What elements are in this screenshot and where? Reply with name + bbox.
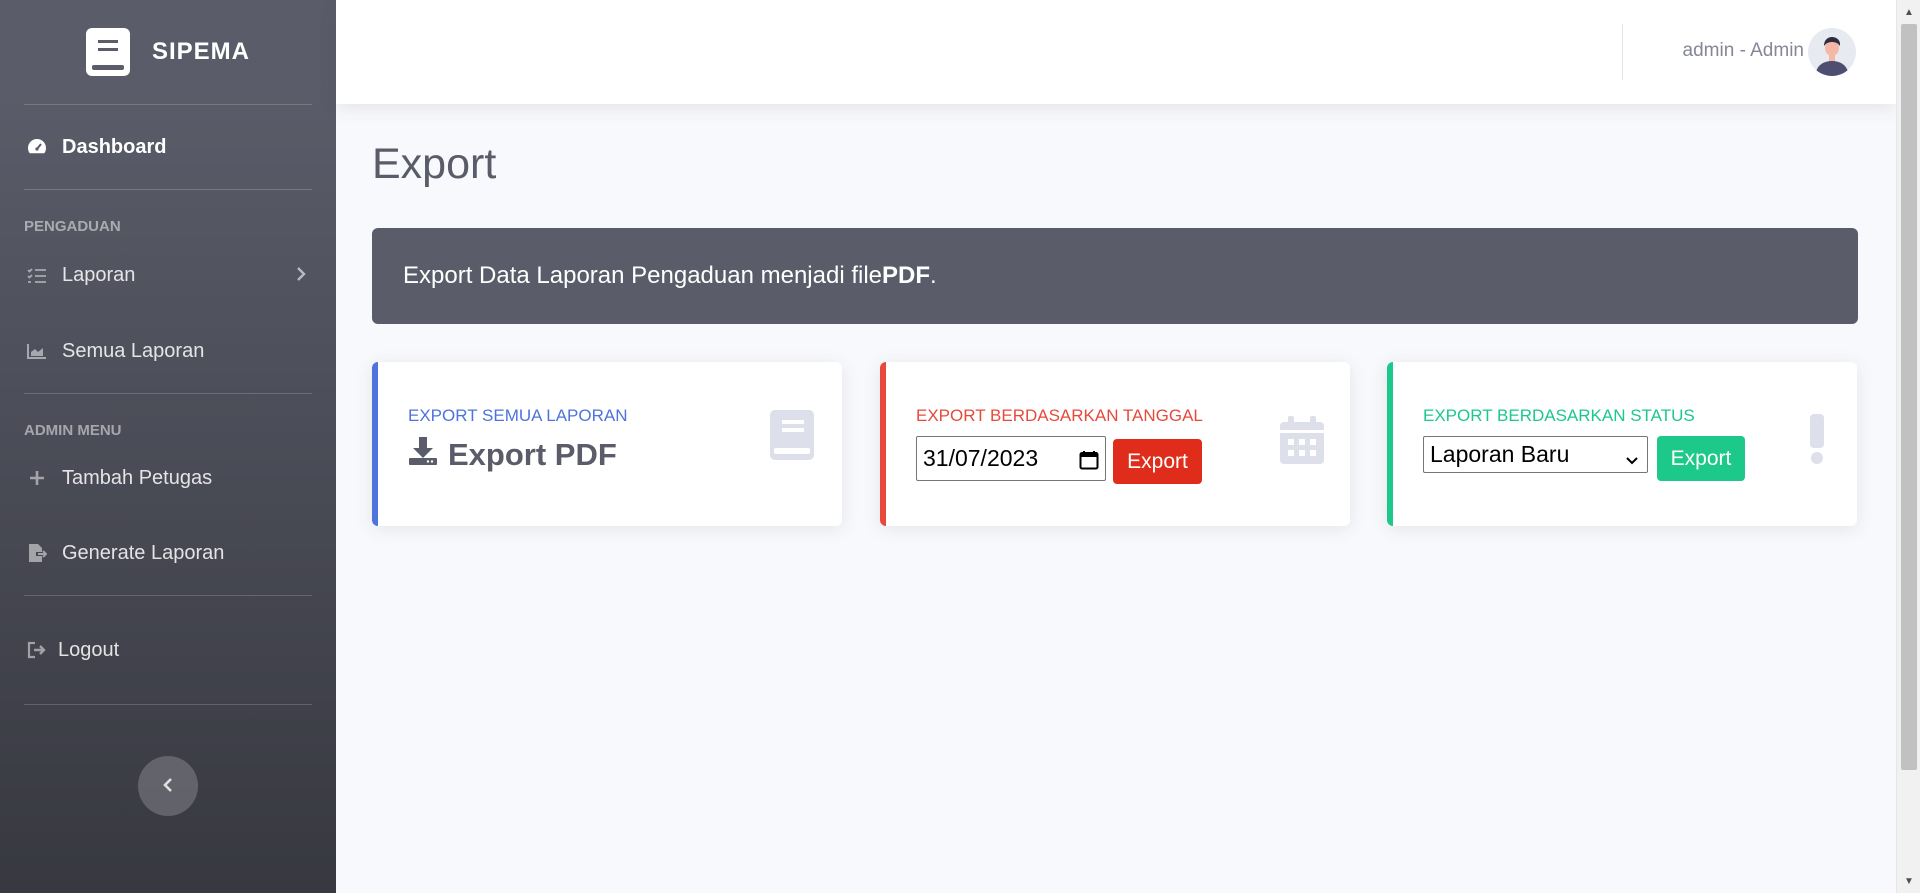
- sign-out-icon: [24, 641, 50, 659]
- sidebar-item-label: Laporan: [62, 263, 136, 286]
- alert-format: PDF: [882, 262, 930, 289]
- sidebar-item-label: Semua Laporan: [62, 339, 205, 362]
- sidebar-item-label: Generate Laporan: [62, 541, 225, 564]
- sidebar-item-laporan[interactable]: Laporan: [0, 241, 336, 309]
- chevron-left-icon: [163, 773, 173, 799]
- user-name[interactable]: admin - Admin: [1683, 40, 1804, 62]
- topbar-divider: [1622, 24, 1623, 80]
- card-label: EXPORT BERDASARKAN TANGGAL: [916, 406, 1203, 425]
- plus-icon: [24, 470, 50, 486]
- file-export-icon: [24, 543, 50, 563]
- export-by-status-card: EXPORT BERDASARKAN STATUS Laporan Baru E…: [1387, 362, 1857, 526]
- export-by-date-card: EXPORT BERDASARKAN TANGGAL 31/07/2023 Ex…: [880, 362, 1350, 526]
- avatar[interactable]: [1808, 28, 1856, 76]
- sidebar-heading-pengaduan: PENGADUAN: [24, 218, 121, 235]
- date-input[interactable]: 31/07/2023: [916, 436, 1106, 481]
- export-pdf-label: Export PDF: [448, 437, 617, 472]
- book-icon: [85, 28, 130, 76]
- sidebar-item-semua-laporan[interactable]: Semua Laporan: [0, 309, 336, 393]
- topbar: admin - Admin: [336, 0, 1896, 104]
- status-select[interactable]: Laporan Baru: [1423, 436, 1648, 473]
- card-label: EXPORT SEMUA LAPORAN: [408, 406, 628, 425]
- scroll-up-icon[interactable]: ▲: [1897, 2, 1920, 22]
- chart-area-icon: [24, 343, 50, 359]
- info-alert: Export Data Laporan Pengaduan menjadi fi…: [372, 228, 1858, 324]
- sidebar-heading-admin: ADMIN MENU: [24, 422, 122, 439]
- book-icon: [770, 410, 814, 465]
- chevron-right-icon: [296, 262, 306, 288]
- sidebar-divider: [24, 704, 312, 705]
- export-all-card: EXPORT SEMUA LAPORAN Export PDF: [372, 362, 842, 526]
- page-scrollbar[interactable]: ▲ ▼: [1896, 0, 1920, 893]
- download-icon: [408, 436, 438, 474]
- tachometer-icon: [24, 138, 50, 156]
- card-label: EXPORT BERDASARKAN STATUS: [1423, 406, 1695, 425]
- page-title: Export: [372, 140, 497, 188]
- alert-text: Export Data Laporan Pengaduan menjadi fi…: [403, 262, 882, 289]
- calendar-picker-icon[interactable]: [1079, 449, 1099, 476]
- sidebar-item-label: Tambah Petugas: [62, 466, 213, 489]
- sidebar: SIPEMA Dashboard PENGADUAN Laporan Semua…: [0, 0, 336, 893]
- sidebar-toggle-button[interactable]: [138, 756, 198, 816]
- exclamation-icon: [1809, 414, 1825, 469]
- sidebar-item-label: Logout: [58, 638, 120, 661]
- scroll-thumb[interactable]: [1901, 24, 1917, 770]
- brand-name: SIPEMA: [151, 38, 250, 65]
- chevron-down-icon: [1625, 447, 1639, 474]
- sidebar-item-label: Dashboard: [62, 135, 167, 158]
- sidebar-item-generate-laporan[interactable]: Generate Laporan: [0, 511, 336, 595]
- status-selected: Laporan Baru: [1430, 441, 1570, 467]
- brand[interactable]: SIPEMA: [0, 0, 336, 104]
- export-pdf-button[interactable]: Export PDF: [408, 436, 617, 474]
- list-check-icon: [24, 267, 50, 283]
- export-by-status-button[interactable]: Export: [1657, 436, 1745, 481]
- alert-end: .: [930, 262, 937, 289]
- sidebar-item-tambah-petugas[interactable]: Tambah Petugas: [0, 445, 336, 511]
- date-value: 31/07/2023: [923, 445, 1039, 471]
- export-by-date-button[interactable]: Export: [1113, 439, 1202, 484]
- sidebar-item-logout[interactable]: Logout: [0, 596, 336, 704]
- calendar-icon: [1280, 416, 1324, 469]
- scroll-down-icon[interactable]: ▼: [1897, 871, 1920, 891]
- sidebar-item-dashboard[interactable]: Dashboard: [0, 105, 336, 189]
